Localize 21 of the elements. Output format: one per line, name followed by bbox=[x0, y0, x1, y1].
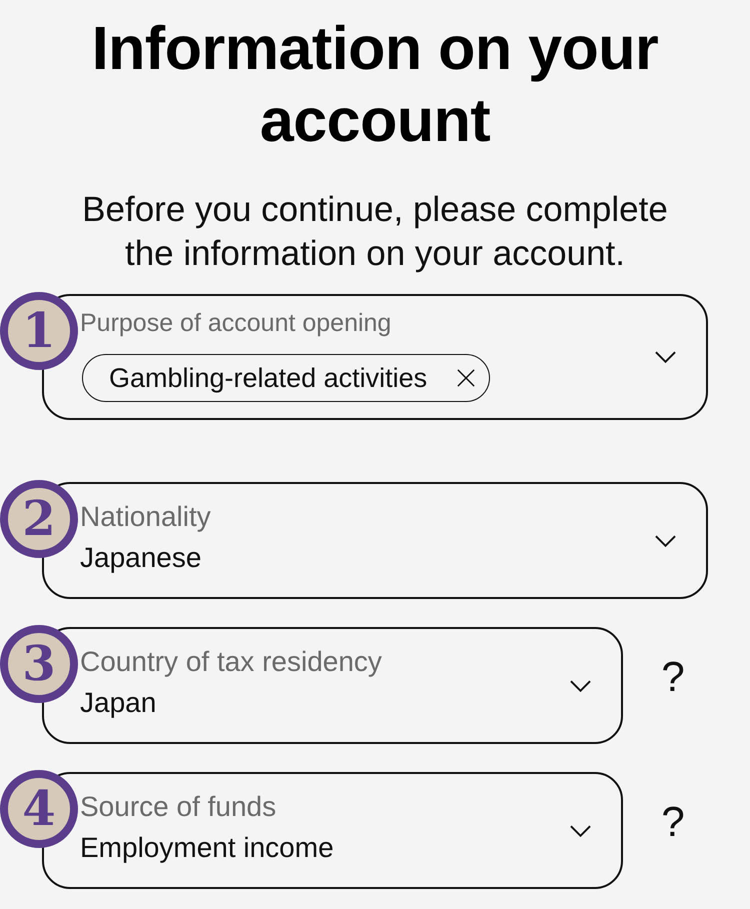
number-badge: 3 bbox=[0, 625, 78, 703]
chevron-down-icon bbox=[655, 351, 676, 363]
help-mark[interactable]: ? bbox=[661, 652, 685, 702]
chevron-down-icon bbox=[570, 824, 591, 836]
field-label: Nationality bbox=[80, 502, 211, 532]
field-label: Source of funds bbox=[80, 792, 276, 822]
page-title: Information on your account bbox=[90, 13, 660, 156]
chevron-down-icon bbox=[655, 534, 676, 546]
help-mark[interactable]: ? bbox=[661, 796, 685, 846]
field-value: Employment income bbox=[80, 832, 334, 864]
field-label: Purpose of account opening bbox=[80, 308, 392, 338]
number-badge: 2 bbox=[0, 480, 78, 558]
field-value: Japan bbox=[80, 686, 156, 718]
chip-label: Gambling-related activities bbox=[109, 362, 428, 394]
close-icon[interactable] bbox=[457, 369, 476, 387]
number-badge: 4 bbox=[0, 770, 78, 848]
number-badge: 1 bbox=[0, 292, 78, 370]
chevron-down-icon bbox=[570, 680, 591, 692]
field-label: Country of tax residency bbox=[80, 646, 382, 676]
field-value: Japanese bbox=[80, 542, 202, 574]
intro-text: Before you continue, please complete the information on your account. bbox=[81, 189, 669, 275]
